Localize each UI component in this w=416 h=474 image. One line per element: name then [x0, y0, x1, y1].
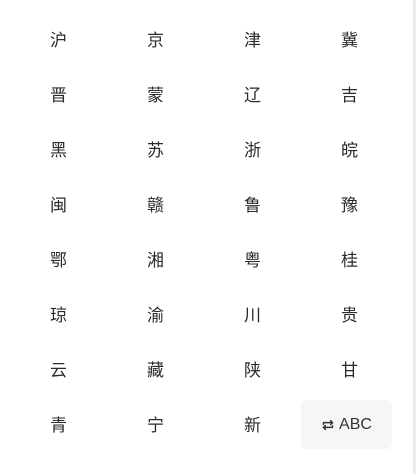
province-key-gui-guangxi[interactable]: 桂	[301, 231, 398, 286]
province-key-zhe[interactable]: 浙	[204, 121, 301, 176]
province-key-grid: 沪 京 津 冀 晋 蒙 辽 吉 黑 苏 浙 皖 闽 赣 鲁 豫 鄂 湘 粤 桂 …	[10, 11, 398, 451]
province-key-shan[interactable]: 陕	[204, 341, 301, 396]
province-key-yu-chongqing[interactable]: 渝	[107, 286, 204, 341]
province-key-su[interactable]: 苏	[107, 121, 204, 176]
province-keyboard: 沪 京 津 冀 晋 蒙 辽 吉 黑 苏 浙 皖 闽 赣 鲁 豫 鄂 湘 粤 桂 …	[0, 0, 416, 474]
province-key-ning[interactable]: 宁	[107, 396, 204, 451]
switch-to-abc-label: ABC	[339, 415, 372, 433]
province-key-yun[interactable]: 云	[10, 341, 107, 396]
province-key-meng[interactable]: 蒙	[107, 66, 204, 121]
province-key-gan-gansu[interactable]: 甘	[301, 341, 398, 396]
province-key-zang[interactable]: 藏	[107, 341, 204, 396]
province-key-min[interactable]: 闽	[10, 176, 107, 231]
province-key-e[interactable]: 鄂	[10, 231, 107, 286]
province-key-jin-tianjin[interactable]: 津	[204, 11, 301, 66]
province-key-hu[interactable]: 沪	[10, 11, 107, 66]
province-key-wan[interactable]: 皖	[301, 121, 398, 176]
province-key-yu-henan[interactable]: 豫	[301, 176, 398, 231]
province-key-yue[interactable]: 粤	[204, 231, 301, 286]
switch-to-abc-button[interactable]: ABC	[301, 400, 392, 449]
swap-icon	[321, 418, 335, 432]
province-key-ji-hebei[interactable]: 冀	[301, 11, 398, 66]
province-key-ji-jilin[interactable]: 吉	[301, 66, 398, 121]
province-key-lu[interactable]: 鲁	[204, 176, 301, 231]
province-key-gan-jiangxi[interactable]: 赣	[107, 176, 204, 231]
province-key-xiang[interactable]: 湘	[107, 231, 204, 286]
province-key-gui-guizhou[interactable]: 贵	[301, 286, 398, 341]
province-key-qiong[interactable]: 琼	[10, 286, 107, 341]
province-key-hei[interactable]: 黑	[10, 121, 107, 176]
province-key-xin[interactable]: 新	[204, 396, 301, 451]
province-key-jing[interactable]: 京	[107, 11, 204, 66]
province-key-liao[interactable]: 辽	[204, 66, 301, 121]
province-key-qing[interactable]: 青	[10, 396, 107, 451]
province-key-chuan[interactable]: 川	[204, 286, 301, 341]
province-key-jin-shanxi[interactable]: 晋	[10, 66, 107, 121]
